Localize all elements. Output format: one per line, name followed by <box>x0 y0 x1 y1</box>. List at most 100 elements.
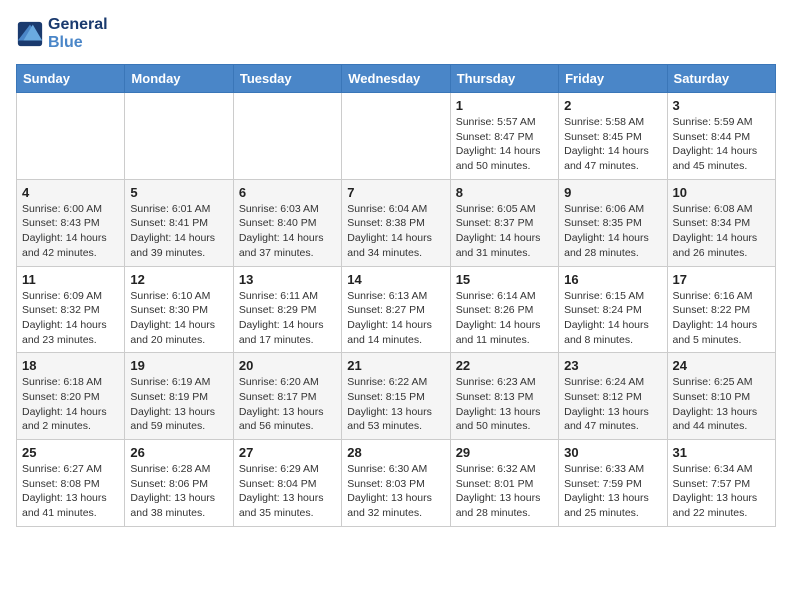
day-info: Sunrise: 6:05 AM Sunset: 8:37 PM Dayligh… <box>456 202 553 261</box>
day-info: Sunrise: 5:59 AM Sunset: 8:44 PM Dayligh… <box>673 115 770 174</box>
calendar-week-1: 1 Sunrise: 5:57 AM Sunset: 8:47 PM Daylig… <box>17 93 776 180</box>
calendar-cell: 14 Sunrise: 6:13 AM Sunset: 8:27 PM Dayli… <box>342 266 450 353</box>
day-number: 18 <box>22 358 119 373</box>
day-number: 28 <box>347 445 444 460</box>
calendar-cell: 20 Sunrise: 6:20 AM Sunset: 8:17 PM Dayli… <box>233 353 341 440</box>
day-info: Sunrise: 6:25 AM Sunset: 8:10 PM Dayligh… <box>673 375 770 434</box>
day-info: Sunrise: 6:18 AM Sunset: 8:20 PM Dayligh… <box>22 375 119 434</box>
calendar-cell: 3 Sunrise: 5:59 AM Sunset: 8:44 PM Daylig… <box>667 93 775 180</box>
calendar-cell: 21 Sunrise: 6:22 AM Sunset: 8:15 PM Dayli… <box>342 353 450 440</box>
day-number: 17 <box>673 272 770 287</box>
day-number: 19 <box>130 358 227 373</box>
day-number: 11 <box>22 272 119 287</box>
calendar-cell: 24 Sunrise: 6:25 AM Sunset: 8:10 PM Dayli… <box>667 353 775 440</box>
day-info: Sunrise: 6:23 AM Sunset: 8:13 PM Dayligh… <box>456 375 553 434</box>
calendar-cell: 28 Sunrise: 6:30 AM Sunset: 8:03 PM Dayli… <box>342 440 450 527</box>
day-number: 23 <box>564 358 661 373</box>
day-number: 29 <box>456 445 553 460</box>
logo-text: General Blue <box>48 16 108 52</box>
weekday-header-thursday: Thursday <box>450 65 558 93</box>
calendar-cell: 31 Sunrise: 6:34 AM Sunset: 7:57 PM Dayli… <box>667 440 775 527</box>
day-info: Sunrise: 6:27 AM Sunset: 8:08 PM Dayligh… <box>22 462 119 521</box>
calendar-cell: 12 Sunrise: 6:10 AM Sunset: 8:30 PM Dayli… <box>125 266 233 353</box>
calendar-week-2: 4 Sunrise: 6:00 AM Sunset: 8:43 PM Daylig… <box>17 179 776 266</box>
calendar-cell: 5 Sunrise: 6:01 AM Sunset: 8:41 PM Daylig… <box>125 179 233 266</box>
day-info: Sunrise: 6:03 AM Sunset: 8:40 PM Dayligh… <box>239 202 336 261</box>
calendar-week-3: 11 Sunrise: 6:09 AM Sunset: 8:32 PM Dayli… <box>17 266 776 353</box>
calendar-cell <box>233 93 341 180</box>
day-number: 22 <box>456 358 553 373</box>
day-number: 5 <box>130 185 227 200</box>
day-info: Sunrise: 6:29 AM Sunset: 8:04 PM Dayligh… <box>239 462 336 521</box>
day-number: 7 <box>347 185 444 200</box>
day-number: 3 <box>673 98 770 113</box>
calendar-cell: 11 Sunrise: 6:09 AM Sunset: 8:32 PM Dayli… <box>17 266 125 353</box>
day-number: 10 <box>673 185 770 200</box>
weekday-header-tuesday: Tuesday <box>233 65 341 93</box>
day-number: 24 <box>673 358 770 373</box>
day-number: 13 <box>239 272 336 287</box>
day-number: 9 <box>564 185 661 200</box>
day-number: 26 <box>130 445 227 460</box>
day-info: Sunrise: 6:04 AM Sunset: 8:38 PM Dayligh… <box>347 202 444 261</box>
calendar-cell: 23 Sunrise: 6:24 AM Sunset: 8:12 PM Dayli… <box>559 353 667 440</box>
day-number: 20 <box>239 358 336 373</box>
calendar-cell: 4 Sunrise: 6:00 AM Sunset: 8:43 PM Daylig… <box>17 179 125 266</box>
weekday-header-wednesday: Wednesday <box>342 65 450 93</box>
calendar-cell <box>17 93 125 180</box>
calendar-table: SundayMondayTuesdayWednesdayThursdayFrid… <box>16 64 776 527</box>
day-info: Sunrise: 6:09 AM Sunset: 8:32 PM Dayligh… <box>22 289 119 348</box>
day-info: Sunrise: 6:24 AM Sunset: 8:12 PM Dayligh… <box>564 375 661 434</box>
day-info: Sunrise: 6:14 AM Sunset: 8:26 PM Dayligh… <box>456 289 553 348</box>
calendar-cell: 10Sunrise: 6:08 AM Sunset: 8:34 PM Dayli… <box>667 179 775 266</box>
day-info: Sunrise: 6:01 AM Sunset: 8:41 PM Dayligh… <box>130 202 227 261</box>
calendar-cell: 15Sunrise: 6:14 AM Sunset: 8:26 PM Dayli… <box>450 266 558 353</box>
calendar-cell: 26 Sunrise: 6:28 AM Sunset: 8:06 PM Dayli… <box>125 440 233 527</box>
calendar-cell: 9 Sunrise: 6:06 AM Sunset: 8:35 PM Daylig… <box>559 179 667 266</box>
weekday-header-monday: Monday <box>125 65 233 93</box>
calendar-cell: 22 Sunrise: 6:23 AM Sunset: 8:13 PM Dayli… <box>450 353 558 440</box>
day-number: 14 <box>347 272 444 287</box>
calendar-header: SundayMondayTuesdayWednesdayThursdayFrid… <box>17 65 776 93</box>
day-info: Sunrise: 6:10 AM Sunset: 8:30 PM Dayligh… <box>130 289 227 348</box>
day-info: Sunrise: 6:11 AM Sunset: 8:29 PM Dayligh… <box>239 289 336 348</box>
calendar-cell: 30Sunrise: 6:33 AM Sunset: 7:59 PM Dayli… <box>559 440 667 527</box>
calendar-cell: 8Sunrise: 6:05 AM Sunset: 8:37 PM Daylig… <box>450 179 558 266</box>
day-number: 6 <box>239 185 336 200</box>
day-number: 25 <box>22 445 119 460</box>
calendar-cell: 29 Sunrise: 6:32 AM Sunset: 8:01 PM Dayli… <box>450 440 558 527</box>
day-number: 16 <box>564 272 661 287</box>
day-number: 2 <box>564 98 661 113</box>
day-info: Sunrise: 6:16 AM Sunset: 8:22 PM Dayligh… <box>673 289 770 348</box>
logo-icon <box>16 20 44 48</box>
day-number: 4 <box>22 185 119 200</box>
calendar-cell: 6 Sunrise: 6:03 AM Sunset: 8:40 PM Daylig… <box>233 179 341 266</box>
day-info: Sunrise: 6:34 AM Sunset: 7:57 PM Dayligh… <box>673 462 770 521</box>
day-number: 31 <box>673 445 770 460</box>
day-info: Sunrise: 6:28 AM Sunset: 8:06 PM Dayligh… <box>130 462 227 521</box>
calendar-cell <box>125 93 233 180</box>
page-header: General Blue <box>16 16 776 52</box>
day-number: 1 <box>456 98 553 113</box>
day-info: Sunrise: 6:00 AM Sunset: 8:43 PM Dayligh… <box>22 202 119 261</box>
day-number: 12 <box>130 272 227 287</box>
day-info: Sunrise: 5:57 AM Sunset: 8:47 PM Dayligh… <box>456 115 553 174</box>
day-info: Sunrise: 6:22 AM Sunset: 8:15 PM Dayligh… <box>347 375 444 434</box>
day-info: Sunrise: 6:32 AM Sunset: 8:01 PM Dayligh… <box>456 462 553 521</box>
weekday-header-friday: Friday <box>559 65 667 93</box>
calendar-week-4: 18 Sunrise: 6:18 AM Sunset: 8:20 PM Dayli… <box>17 353 776 440</box>
day-number: 21 <box>347 358 444 373</box>
calendar-cell: 13 Sunrise: 6:11 AM Sunset: 8:29 PM Dayli… <box>233 266 341 353</box>
day-info: Sunrise: 5:58 AM Sunset: 8:45 PM Dayligh… <box>564 115 661 174</box>
calendar-cell: 7 Sunrise: 6:04 AM Sunset: 8:38 PM Daylig… <box>342 179 450 266</box>
day-info: Sunrise: 6:30 AM Sunset: 8:03 PM Dayligh… <box>347 462 444 521</box>
calendar-cell: 1 Sunrise: 5:57 AM Sunset: 8:47 PM Daylig… <box>450 93 558 180</box>
calendar-cell: 18 Sunrise: 6:18 AM Sunset: 8:20 PM Dayli… <box>17 353 125 440</box>
day-number: 27 <box>239 445 336 460</box>
calendar-cell <box>342 93 450 180</box>
day-info: Sunrise: 6:33 AM Sunset: 7:59 PM Dayligh… <box>564 462 661 521</box>
day-info: Sunrise: 6:20 AM Sunset: 8:17 PM Dayligh… <box>239 375 336 434</box>
calendar-cell: 25 Sunrise: 6:27 AM Sunset: 8:08 PM Dayli… <box>17 440 125 527</box>
day-info: Sunrise: 6:06 AM Sunset: 8:35 PM Dayligh… <box>564 202 661 261</box>
day-info: Sunrise: 6:13 AM Sunset: 8:27 PM Dayligh… <box>347 289 444 348</box>
